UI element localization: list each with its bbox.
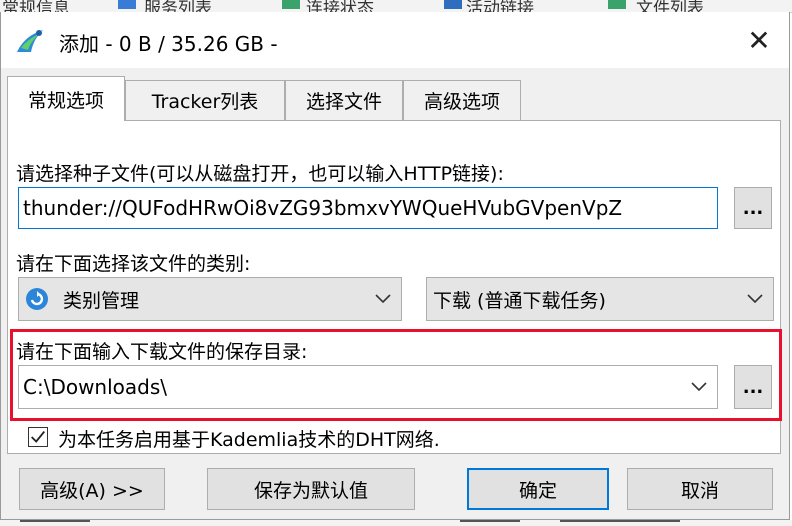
cancel-button[interactable]: 取消: [627, 468, 773, 510]
add-torrent-dialog: 添加 - 0 B / 35.26 GB - ✕ 常规选项 Tracker列表 选…: [0, 12, 790, 520]
save-directory-browse-button[interactable]: ...: [734, 365, 772, 409]
task-type-select[interactable]: 下载 (普通下载任务): [426, 277, 774, 321]
category-manager-icon: [26, 288, 48, 310]
active-links-icon: [444, 0, 462, 9]
task-type-selected-value: 下载 (普通下载任务): [433, 289, 606, 312]
file-list-icon: [608, 0, 626, 9]
tab-label: Tracker列表: [151, 91, 259, 113]
category-select[interactable]: 类别管理: [18, 277, 402, 321]
tab-label: 常规选项: [27, 89, 104, 112]
close-button[interactable]: ✕: [737, 22, 781, 58]
save-directory-input[interactable]: C:\Downloads\: [18, 365, 718, 409]
tab-label: 高级选项: [423, 91, 500, 113]
torrent-browse-button[interactable]: ...: [734, 187, 772, 229]
ok-button[interactable]: 确定: [467, 468, 609, 510]
general-options-panel: 请选择种子文件(可以从磁盘打开，也可以输入HTTP链接): thunder://…: [7, 120, 782, 454]
chevron-down-icon: [691, 382, 707, 392]
title-bar[interactable]: 添加 - 0 B / 35.26 GB - ✕: [1, 12, 789, 68]
torrent-source-label: 请选择种子文件(可以从磁盘打开，也可以输入HTTP链接):: [16, 163, 504, 185]
advanced-button[interactable]: 高级(A) >>: [19, 468, 165, 510]
background-app-bottom: [0, 520, 792, 526]
chevron-down-icon: [375, 294, 391, 304]
tab-advanced-options[interactable]: 高级选项: [403, 80, 521, 120]
tab-tracker-list[interactable]: Tracker列表: [125, 80, 285, 120]
category-label: 请在下面选择该文件的类别:: [16, 253, 251, 275]
tab-general-options[interactable]: 常规选项: [7, 76, 125, 121]
save-directory-label: 请在下面输入下载文件的保存目录:: [16, 341, 308, 363]
tab-label: 选择文件: [305, 91, 382, 113]
bitcomet-app-icon: [17, 30, 43, 52]
chevron-down-icon: [747, 294, 763, 304]
save-as-default-button[interactable]: 保存为默认值: [207, 468, 415, 510]
save-directory-value: C:\Downloads\: [23, 375, 168, 399]
dht-label: 为本任务启用基于Kademlia技术的DHT网络.: [58, 429, 440, 451]
category-selected-value: 类别管理: [63, 289, 140, 312]
close-icon: ✕: [747, 23, 771, 57]
connection-status-icon: [282, 0, 300, 9]
window-title: 添加 - 0 B / 35.26 GB -: [59, 32, 278, 56]
dht-checkbox[interactable]: [28, 427, 48, 447]
tab-select-files[interactable]: 选择文件: [285, 80, 403, 120]
checkmark-icon: [31, 431, 45, 443]
torrent-url-input[interactable]: thunder://QUFodHRwOi8vZG93bmxvYWQueHVubG…: [18, 187, 718, 229]
server-list-icon: [118, 0, 136, 9]
